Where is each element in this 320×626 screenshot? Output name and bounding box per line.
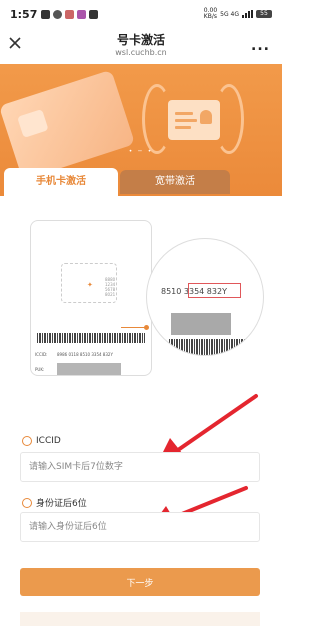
page-title: 号卡激活	[116, 33, 165, 47]
sim-chip-icon	[17, 108, 49, 138]
zoom-highlight-box	[188, 283, 241, 298]
zoom-scratch-area	[171, 313, 231, 335]
iccid-label-text: ICCID	[36, 436, 61, 446]
nav-bar: 号卡激活 wsl.cuchb.cn ...	[0, 28, 282, 64]
sim-card-back: ✦ 8880 1234 5678 8021 ICCID: 8986 0118 8510…	[30, 220, 152, 376]
page-domain: wsl.cuchb.cn	[115, 48, 167, 57]
battery-icon: 55	[256, 10, 272, 18]
card-small-text: 8880 1234 5678 8021	[105, 277, 116, 297]
net-speed: 0.00 KB/s	[203, 7, 218, 20]
app-icon	[89, 9, 99, 19]
app-icon	[41, 9, 51, 19]
carrier-logo: ✦	[87, 281, 93, 289]
iccid-icon	[22, 436, 32, 446]
tab-broadband-activation[interactable]: 宽带激活	[120, 170, 230, 194]
card-iccid-label: ICCID:	[35, 352, 48, 357]
status-time: 1:57	[10, 7, 38, 21]
card-puk-label: PUK:	[35, 367, 45, 372]
bottom-notice-area	[20, 612, 260, 626]
activation-tabs: 手机卡激活 宽带激活	[4, 168, 278, 196]
idcard-field-label: 身份证后6位	[22, 496, 87, 509]
card-iccid-number: 8986 0118 8510 3354 832Y	[57, 352, 113, 357]
id-card-small-icon	[22, 497, 32, 508]
zoom-connector-dot	[144, 325, 149, 330]
id-card-icon	[168, 100, 220, 140]
idcard-label-text: 身份证后6位	[36, 499, 87, 509]
app-icon	[77, 9, 87, 19]
puk-scratch-area	[57, 363, 121, 375]
iccid-zoom-circle: 8510 3354 832Y	[146, 238, 264, 356]
tab-mobile-activation[interactable]: 手机卡激活	[4, 168, 118, 196]
next-step-button[interactable]: 下一步	[20, 568, 260, 596]
network-type: 5G 4G	[220, 10, 239, 18]
iccid-field-label: ICCID	[22, 436, 61, 446]
iccid-guide-illustration: ✦ 8880 1234 5678 8021 ICCID: 8986 0118 8510…	[0, 196, 282, 410]
status-bar: 1:57 0.00 KB/s 5G 4G 55	[0, 0, 282, 28]
signal-icon	[242, 10, 253, 18]
iccid-input[interactable]	[20, 452, 260, 482]
status-right: 0.00 KB/s 5G 4G 55	[204, 8, 272, 20]
status-app-icons	[41, 9, 99, 19]
carousel-indicator: • ─ •	[128, 148, 154, 155]
app-icon	[53, 9, 63, 19]
more-menu-button[interactable]: ...	[251, 38, 270, 54]
zoom-barcode	[169, 339, 249, 355]
idcard-input[interactable]	[20, 512, 260, 542]
sim-card-illustration	[0, 69, 136, 181]
app-icon	[65, 9, 75, 19]
card-barcode	[37, 333, 145, 343]
